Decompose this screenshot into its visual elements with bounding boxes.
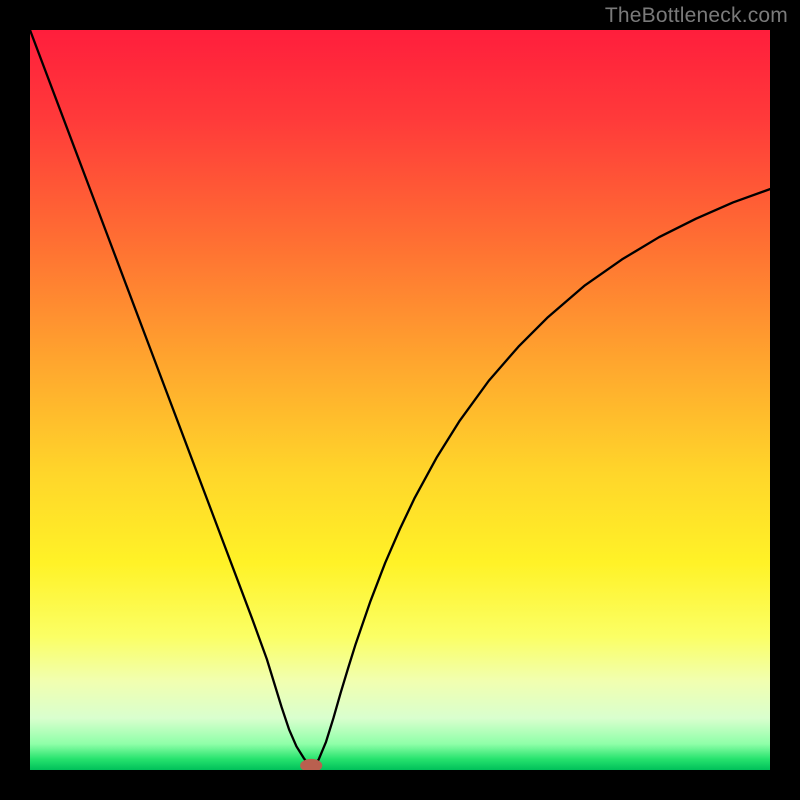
chart-frame: TheBottleneck.com [0,0,800,800]
plot-area [30,30,770,770]
gradient-background [30,30,770,770]
chart-svg [30,30,770,770]
watermark-text: TheBottleneck.com [605,4,788,28]
